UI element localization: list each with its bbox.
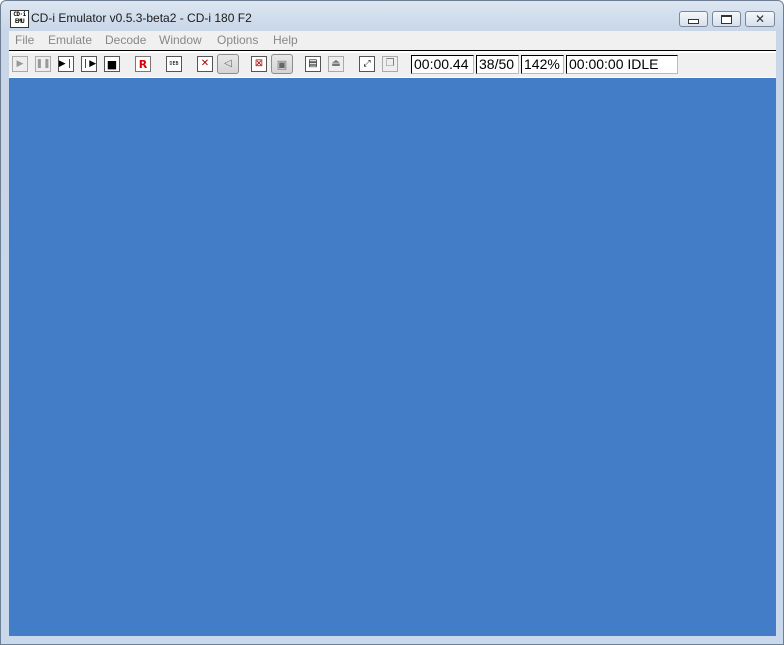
pause-button[interactable]: ❚❚ <box>35 56 51 72</box>
client-area: File Emulate Decode Window Options Help … <box>9 31 776 636</box>
window-title: CD-i Emulator v0.5.3-beta2 - CD-i 180 F2 <box>31 11 252 25</box>
step-over-button[interactable]: ❘▶ <box>81 56 97 72</box>
menu-window[interactable]: Window <box>159 33 202 47</box>
eject-icon: ⏏ <box>331 58 341 69</box>
mute-icon: ✕ <box>200 58 210 69</box>
app-icon-text-bottom: EMU <box>14 18 25 25</box>
screen-off-icon: ⊠ <box>254 58 264 69</box>
maximize-button[interactable] <box>712 11 741 27</box>
close-icon: ✕ <box>754 12 766 26</box>
frames-readout: 38/50 <box>476 55 519 74</box>
toolbar: ▶ ❚❚ ▶❘ ❘▶ ■ R DEB ✕ ◁ ⊠ ▣ ▤ ⏏ ⤢ ❐ 00:00… <box>9 52 776 77</box>
play-button[interactable]: ▶ <box>12 56 28 72</box>
play-icon: ▶ <box>16 58 24 69</box>
save-button[interactable]: ▤ <box>305 56 321 72</box>
debug-label: DEB <box>169 60 179 67</box>
menu-file[interactable]: File <box>15 33 34 47</box>
eject-button[interactable]: ⏏ <box>328 56 344 72</box>
pause-icon: ❚❚ <box>35 58 51 69</box>
step-button[interactable]: ▶❘ <box>58 56 74 72</box>
restore-icon: ❐ <box>385 58 395 69</box>
record-button[interactable]: R <box>135 56 151 72</box>
stop-button[interactable]: ■ <box>104 56 120 72</box>
step-icon: ▶❘ <box>58 58 74 69</box>
restore-window-button[interactable]: ❐ <box>382 56 398 72</box>
video-toggle-button[interactable]: ▣ <box>271 54 293 74</box>
record-label: R <box>138 57 148 71</box>
time-readout: 00:00.44 <box>411 55 474 74</box>
step-over-icon: ❘▶ <box>81 58 97 69</box>
speaker-icon: ◁ <box>224 58 232 69</box>
app-icon-text-top: CD·i <box>13 11 26 18</box>
close-button[interactable]: ✕ <box>745 11 775 27</box>
menu-bar: File Emulate Decode Window Options Help <box>9 31 776 51</box>
debug-button[interactable]: DEB <box>166 56 182 72</box>
fullscreen-button[interactable]: ⤢ <box>359 56 375 72</box>
stop-icon: ■ <box>106 57 118 71</box>
sound-toggle-button[interactable]: ◁ <box>217 54 239 74</box>
speed-readout: 142% <box>521 55 564 74</box>
app-icon[interactable]: CD·i EMU <box>10 10 29 28</box>
video-off-button[interactable]: ⊠ <box>251 56 267 72</box>
fullscreen-icon: ⤢ <box>363 58 371 69</box>
emulator-window: CD·i EMU CD-i Emulator v0.5.3-beta2 - CD… <box>0 0 784 645</box>
mute-button[interactable]: ✕ <box>197 56 213 72</box>
maximize-icon <box>721 14 732 24</box>
menu-emulate[interactable]: Emulate <box>48 33 92 47</box>
minimize-button[interactable] <box>679 11 708 27</box>
floppy-icon: ▤ <box>308 58 318 69</box>
minimize-icon <box>688 19 699 24</box>
menu-options[interactable]: Options <box>217 33 258 47</box>
menu-decode[interactable]: Decode <box>105 33 146 47</box>
emulator-display[interactable] <box>9 78 776 636</box>
state-readout: 00:00:00 IDLE <box>566 55 678 74</box>
menu-help[interactable]: Help <box>273 33 298 47</box>
screen-icon: ▣ <box>276 57 288 71</box>
title-bar[interactable]: CD·i EMU CD-i Emulator v0.5.3-beta2 - CD… <box>1 1 783 31</box>
